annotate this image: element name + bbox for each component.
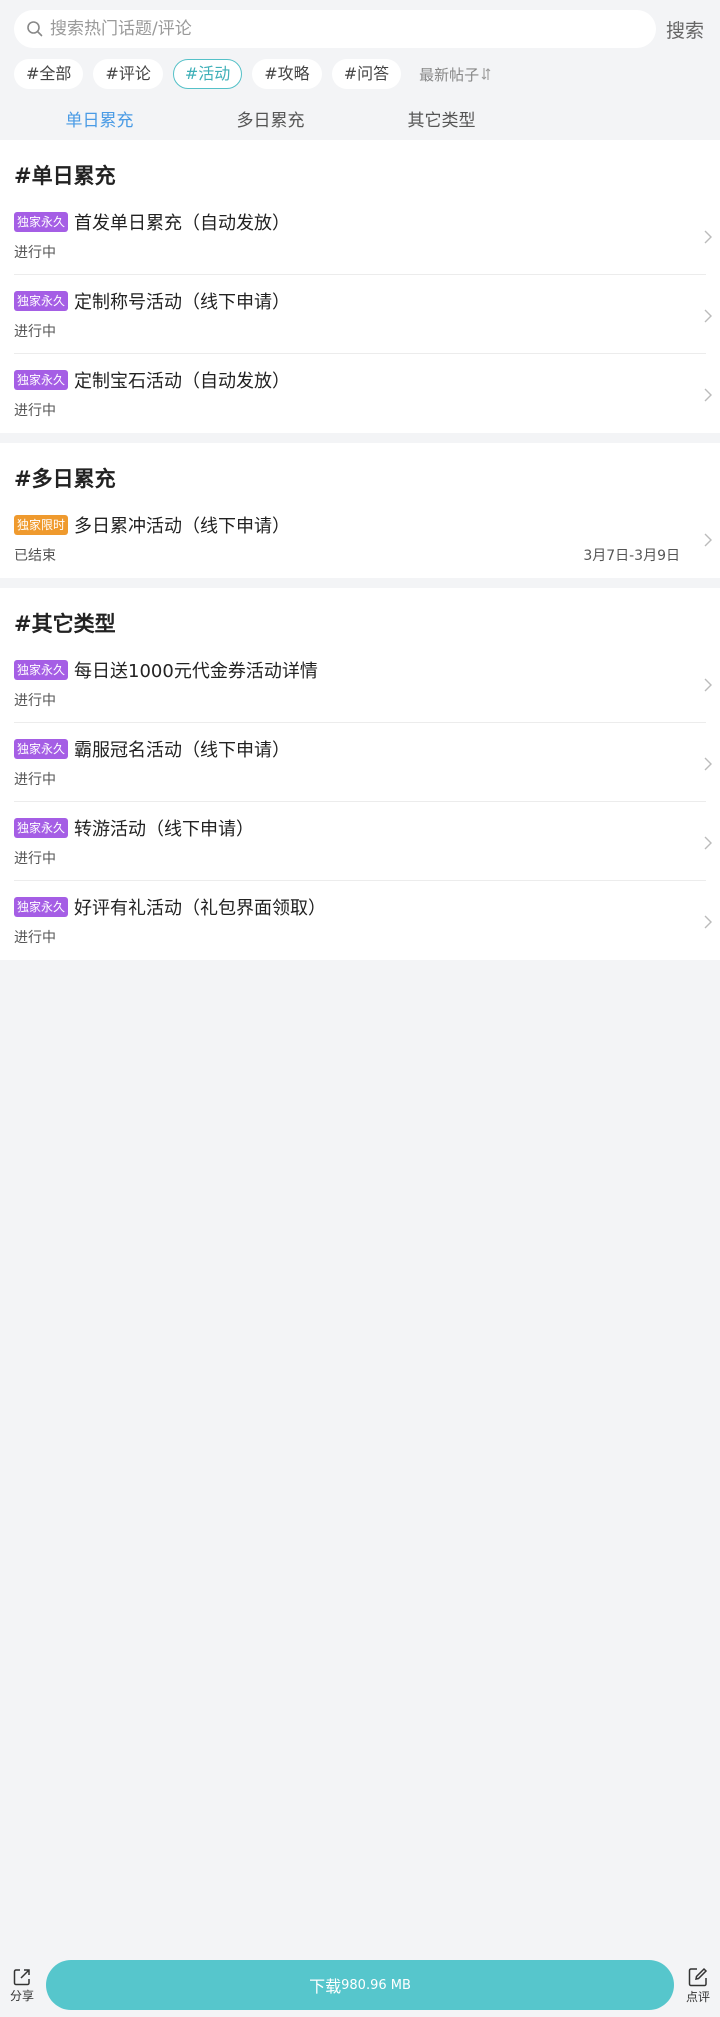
item-badge: 独家永久 — [14, 897, 69, 917]
section-title: #单日累充 — [14, 164, 116, 188]
item-badge: 独家永久 — [14, 291, 69, 311]
section-title: #其它类型 — [14, 612, 116, 636]
chevron-right-icon — [704, 309, 712, 323]
search-box[interactable] — [14, 10, 656, 48]
item-status: 进行中 — [14, 324, 56, 340]
item-title: 霸服冠名活动（线下申请） — [74, 740, 291, 761]
item-title: 首发单日累充（自动发放） — [74, 213, 291, 234]
chevron-right-icon — [704, 836, 712, 850]
sort-dropdown[interactable]: 最新帖子 — [419, 64, 491, 85]
tag-qa[interactable]: #问答 — [331, 59, 402, 89]
chevron-right-icon — [704, 678, 712, 692]
search-row: 搜索 — [14, 10, 706, 48]
item-status: 进行中 — [14, 851, 56, 867]
bottom-bar: 分享 下载 980.96 MB 点评 — [0, 1953, 720, 2017]
item-date: 3月7日-3月9日 — [583, 548, 680, 564]
share-button[interactable]: 分享 — [0, 1967, 44, 2004]
section-single-day: #单日累充 独家永久 首发单日累充（自动发放） 进行中 独家永久 定制称号活动（… — [0, 140, 720, 433]
edit-icon — [688, 1967, 708, 1986]
item-title: 定制宝石活动（自动发放） — [74, 371, 291, 392]
list-item[interactable]: 独家永久 每日送1000元代金券活动详情 进行中 — [14, 644, 712, 723]
list-item[interactable]: 独家永久 好评有礼活动（礼包界面领取） 进行中 — [14, 881, 712, 960]
subtab-multi-day[interactable]: 多日累充 — [185, 106, 356, 131]
review-button[interactable]: 点评 — [676, 1966, 720, 2005]
tag-activity[interactable]: #活动 — [172, 59, 243, 89]
item-badge: 独家永久 — [14, 818, 69, 838]
chevron-right-icon — [704, 230, 712, 244]
item-status: 进行中 — [14, 930, 56, 946]
item-badge: 独家限时 — [14, 515, 69, 535]
download-label: 下载 — [309, 1977, 342, 1996]
chevron-right-icon — [704, 915, 712, 929]
download-size: 980.96 MB — [341, 1977, 411, 1993]
item-title: 转游活动（线下申请） — [74, 819, 255, 840]
tag-guide[interactable]: #攻略 — [252, 59, 322, 89]
chevron-right-icon — [704, 757, 712, 771]
item-badge: 独家永久 — [14, 212, 69, 232]
list-item[interactable]: 独家永久 定制称号活动（线下申请） 进行中 — [14, 275, 712, 354]
item-title: 定制称号活动（线下申请） — [74, 292, 291, 313]
item-status: 进行中 — [14, 693, 56, 709]
download-button[interactable]: 下载 980.96 MB — [46, 1960, 674, 2010]
topic-tags: #全部 #评论 #活动 #攻略 #问答 最新帖子 — [14, 58, 706, 90]
item-title: 每日送1000元代金券活动详情 — [74, 661, 318, 682]
item-badge: 独家永久 — [14, 370, 69, 390]
search-input[interactable] — [50, 19, 644, 39]
section-multi-day: #多日累充 独家限时 多日累冲活动（线下申请） 已结束 3月7日-3月9日 — [0, 443, 720, 578]
item-status: 进行中 — [14, 245, 56, 261]
list-item[interactable]: 独家永久 定制宝石活动（自动发放） 进行中 — [14, 354, 712, 433]
tag-all[interactable]: #全部 — [14, 59, 84, 89]
item-badge: 独家永久 — [14, 739, 69, 759]
subtab-other[interactable]: 其它类型 — [356, 106, 527, 131]
list-item[interactable]: 独家限时 多日累冲活动（线下申请） 已结束 3月7日-3月9日 — [14, 499, 712, 578]
item-title: 多日累冲活动（线下申请） — [74, 516, 291, 537]
item-badge: 独家永久 — [14, 660, 69, 680]
item-status: 进行中 — [14, 403, 56, 419]
item-status: 进行中 — [14, 772, 56, 788]
item-status: 已结束 — [14, 548, 56, 564]
share-label: 分享 — [9, 1988, 34, 2003]
list-item[interactable]: 独家永久 转游活动（线下申请） 进行中 — [14, 802, 712, 881]
subtab-single-day[interactable]: 单日累充 — [14, 106, 185, 131]
list-item[interactable]: 独家永久 霸服冠名活动（线下申请） 进行中 — [14, 723, 712, 802]
search-button[interactable]: 搜索 — [666, 16, 706, 43]
tag-comment[interactable]: #评论 — [93, 59, 163, 89]
search-icon — [27, 21, 43, 37]
list-item[interactable]: 独家永久 首发单日累充（自动发放） 进行中 — [14, 196, 712, 275]
section-other: #其它类型 独家永久 每日送1000元代金券活动详情 进行中 独家永久 霸服冠名… — [0, 588, 720, 960]
chevron-right-icon — [704, 533, 712, 547]
share-icon — [13, 1968, 30, 1985]
sub-tabs: 单日累充 多日累充 其它类型 — [14, 96, 706, 140]
section-title: #多日累充 — [14, 467, 116, 491]
sort-label: 最新帖子 — [419, 65, 480, 84]
chevron-right-icon — [704, 388, 712, 402]
sort-icon — [481, 68, 491, 80]
review-label: 点评 — [685, 1989, 710, 2004]
item-title: 好评有礼活动（礼包界面领取） — [74, 898, 327, 919]
top-header: 搜索 #全部 #评论 #活动 #攻略 #问答 最新帖子 单日累充 多日累充 其它… — [0, 0, 720, 140]
